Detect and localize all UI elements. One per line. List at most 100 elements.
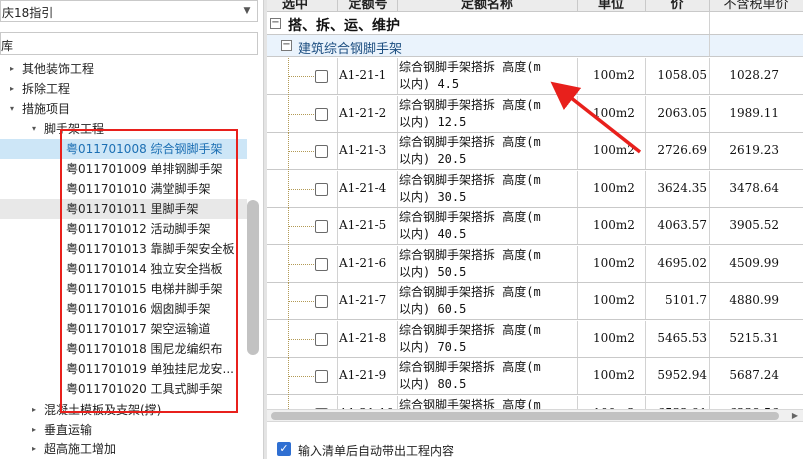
tree-item-011701012[interactable]: 粤011701012 活动脚手架 — [0, 219, 247, 239]
grid-horizontal-scrollbar[interactable]: ▶ — [267, 409, 803, 421]
quota-code: A1-21-3 — [339, 143, 387, 157]
minus-box-icon[interactable]: − — [270, 18, 281, 29]
row-select-checkbox[interactable] — [315, 332, 328, 346]
column-divider — [709, 133, 710, 169]
column-divider — [337, 245, 338, 282]
tree-item-011701019[interactable]: 粤011701019 单独挂尼龙安... — [0, 359, 247, 379]
chevron-down-icon[interactable]: ▼ — [239, 2, 255, 20]
tree-item-demolition[interactable]: ▸ 拆除工程 — [0, 79, 247, 99]
triangle-right-icon[interactable]: ▸ — [6, 59, 18, 79]
tree-item-011701016[interactable]: 粤011701016 烟囱脚手架 — [0, 299, 247, 319]
column-divider — [397, 320, 398, 357]
triangle-down-icon[interactable]: ▾ — [28, 119, 40, 139]
triangle-right-icon[interactable]: ▸ — [6, 79, 18, 99]
tree-connector-line — [288, 263, 318, 265]
table-row[interactable]: A1-21-4 综合钢脚手架搭拆 高度(m 以内) 30.5 100m2 3624.35… — [267, 170, 803, 208]
tree-item-super-high[interactable]: ▸ 超高施工增加 — [0, 439, 247, 459]
row-select-checkbox[interactable] — [315, 145, 328, 158]
tree-item-011701009[interactable]: 粤011701009 单排钢脚手架 — [0, 159, 247, 179]
quota-name-line1: 综合钢脚手架搭拆 高度(m — [399, 322, 541, 337]
triangle-right-icon[interactable]: ▸ — [28, 420, 40, 440]
quota-grid: 选中 定额号 定额名称 单位 价 不含税单价 − 搭、拆、运、维护 − 建筑综合… — [267, 0, 803, 459]
quota-name-line2: 以内) 40.5 — [399, 227, 467, 241]
column-divider — [337, 320, 338, 357]
tree-item-011701017[interactable]: 粤011701017 架空运输道 — [0, 319, 247, 339]
tree-item-011701014[interactable]: 粤011701014 独立安全挡板 — [0, 259, 247, 279]
group-row[interactable]: − 搭、拆、运、维护 — [267, 12, 803, 35]
tree-item-011701013[interactable]: 粤011701013 靠脚手架安全板 — [0, 239, 247, 259]
subgroup-row[interactable]: − 建筑综合钢脚手架 — [267, 35, 803, 57]
table-row[interactable]: A1-21-2 综合钢脚手架搭拆 高度(m 以内) 12.5 100m2 2063.05… — [267, 95, 803, 133]
column-divider — [397, 95, 398, 132]
auto-fill-checkbox-label[interactable]: 输入清单后自动带出工程内容 — [298, 442, 454, 459]
guide-select[interactable]: 庆18指引 ▼ — [0, 0, 258, 22]
quota-tax-excl-price: 5687.24 — [729, 368, 779, 382]
column-divider — [577, 170, 578, 207]
quota-name: 综合钢脚手架搭拆 高度(m 以内) 12.5 — [399, 97, 571, 131]
quota-code: A1-21-4 — [339, 180, 387, 195]
quota-unit: 100m2 — [593, 255, 635, 270]
table-row[interactable]: A1-21-6 综合钢脚手架搭拆 高度(m 以内) 50.5 100m2 4695.02… — [267, 245, 803, 283]
table-row[interactable]: A1-21-8 综合钢脚手架搭拆 高度(m 以内) 70.5 100m2 5465.53… — [267, 320, 803, 358]
row-select-checkbox[interactable] — [315, 220, 328, 233]
table-row[interactable]: A1-21-1 综合钢脚手架搭拆 高度(m 以内) 4.5 100m2 1058.05 1… — [267, 58, 803, 95]
quota-unit: 100m2 — [593, 368, 635, 382]
tree-item-011701010[interactable]: 粤011701010 满堂脚手架 — [0, 179, 247, 199]
row-select-checkbox[interactable] — [315, 370, 328, 383]
quota-unit: 100m2 — [593, 105, 635, 120]
column-divider — [397, 208, 398, 244]
triangle-right-icon[interactable]: ▶ — [790, 411, 800, 421]
table-row[interactable]: A1-21-5 综合钢脚手架搭拆 高度(m 以内) 40.5 100m2 4063.57… — [267, 208, 803, 245]
tree-item-measures[interactable]: ▾ 措施项目 — [0, 99, 247, 119]
left-vertical-scrollbar[interactable] — [247, 200, 259, 355]
triangle-right-icon[interactable]: ▸ — [28, 439, 40, 459]
tree-item-011701008[interactable]: 粤011701008 综合钢脚手架 — [0, 139, 247, 159]
triangle-down-icon[interactable]: ▾ — [6, 99, 18, 119]
row-select-checkbox[interactable] — [315, 295, 328, 308]
column-divider — [577, 320, 578, 357]
quota-name-line2: 以内) 70.5 — [399, 339, 467, 354]
auto-fill-checkbox[interactable]: ✓ — [277, 442, 291, 456]
column-divider — [397, 133, 398, 169]
col-header-name[interactable]: 定额名称 — [397, 0, 577, 11]
column-divider — [337, 283, 338, 319]
quota-code: A1-21-1 — [339, 68, 387, 82]
tree-item-011701011[interactable]: 粤011701011 里脚手架 — [0, 199, 247, 219]
search-input[interactable]: 库 — [0, 32, 258, 55]
col-header-tax-excl[interactable]: 不含税单价 — [709, 0, 803, 11]
row-select-checkbox[interactable] — [315, 70, 328, 83]
guide-select-value: 庆18指引 — [2, 6, 54, 20]
column-divider — [577, 133, 578, 169]
col-header-select[interactable]: 选中 — [275, 0, 315, 11]
col-header-unit[interactable]: 单位 — [577, 0, 645, 11]
col-header-price[interactable]: 价 — [645, 0, 709, 11]
quota-name-line1: 综合钢脚手架搭拆 高度(m — [399, 285, 541, 299]
quota-price: 5101.7 — [665, 293, 707, 307]
quota-name: 综合钢脚手架搭拆 高度(m 以内) 50.5 — [399, 247, 571, 281]
tree-item-other-decoration[interactable]: ▸ 其他装饰工程 — [0, 59, 247, 79]
quota-price: 5952.94 — [657, 368, 707, 382]
tree-item-011701018[interactable]: 粤011701018 围尼龙编织布 — [0, 339, 247, 359]
quota-name-line1: 综合钢脚手架搭拆 高度(m — [399, 360, 541, 374]
tree-item-scaffolding[interactable]: ▾ 脚手架工程 — [0, 119, 247, 139]
tree-item-concrete-formwork[interactable]: ▸ 混凝土模板及支架(撑) — [0, 400, 247, 420]
grid-horizontal-scrollbar-thumb[interactable] — [271, 412, 779, 420]
tree-item-011701020[interactable]: 粤011701020 工具式脚手架 — [0, 379, 247, 399]
tree-item-vertical-transport[interactable]: ▸ 垂直运输 — [0, 420, 247, 440]
quota-name-line1: 综合钢脚手架搭拆 高度(m — [399, 97, 541, 112]
col-header-code[interactable]: 定额号 — [339, 0, 397, 11]
minus-box-icon[interactable]: − — [281, 40, 292, 51]
table-row[interactable]: A1-21-9 综合钢脚手架搭拆 高度(m 以内) 80.5 100m2 5952.94… — [267, 358, 803, 395]
quota-code: A1-21-6 — [339, 255, 387, 270]
tree-item-011701015[interactable]: 粤011701015 电梯井脚手架 — [0, 279, 247, 299]
row-select-checkbox[interactable] — [315, 107, 328, 121]
row-select-checkbox[interactable] — [315, 182, 328, 196]
quota-price: 1058.05 — [657, 68, 707, 82]
table-row[interactable]: A1-21-7 综合钢脚手架搭拆 高度(m 以内) 60.5 100m2 5101.7 4… — [267, 283, 803, 320]
quota-unit: 100m2 — [593, 68, 635, 82]
triangle-right-icon[interactable]: ▸ — [28, 400, 40, 420]
table-row[interactable]: A1-21-3 综合钢脚手架搭拆 高度(m 以内) 20.5 100m2 2726.69… — [267, 133, 803, 170]
row-select-checkbox[interactable] — [315, 257, 328, 271]
quota-price: 4695.02 — [657, 255, 707, 270]
column-divider — [577, 208, 578, 244]
